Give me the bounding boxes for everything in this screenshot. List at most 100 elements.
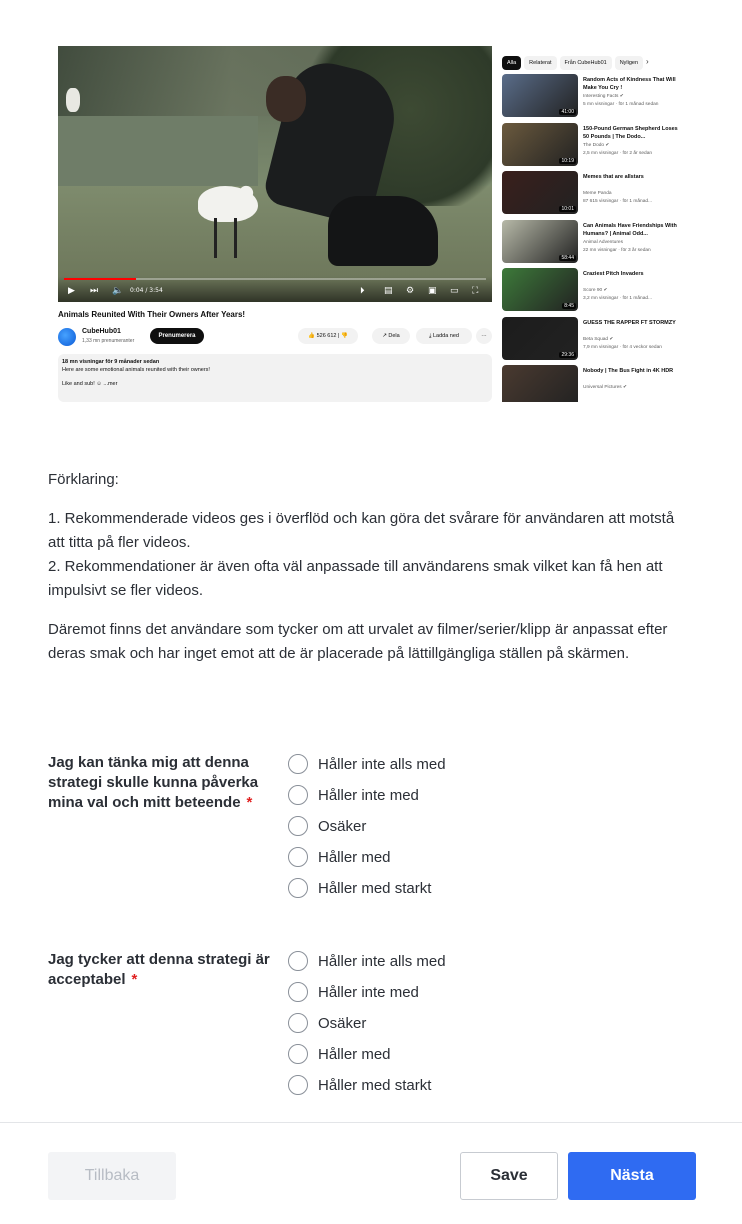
recommendation-meta: 2,5 mn visningar · för 2 år sedan xyxy=(583,150,653,156)
chevron-right-icon: › xyxy=(646,57,649,66)
recommendation-channel: Interesting Facts ✔ xyxy=(583,94,624,99)
radio-button[interactable] xyxy=(288,1044,308,1064)
recommendation-title: Can Animals Have Friendships With Humans… xyxy=(583,222,677,237)
radio-button[interactable] xyxy=(288,982,308,1002)
explanation-heading: Förklaring: xyxy=(48,471,119,488)
play-icon: ▶ xyxy=(68,286,75,296)
option-agree[interactable]: Håller med xyxy=(288,846,391,868)
recommendation-title: GUESS THE RAPPER FT STORMZY xyxy=(583,319,676,326)
description-line: Here are some emotional animals reunited… xyxy=(62,367,210,373)
recommendation-title: Memes that are allstars xyxy=(583,174,644,180)
recommendation-item: 8:45 Craziest Pitch Invaders Score 90 ✔ 3,2… xyxy=(502,268,680,314)
option-unsure[interactable]: Osäker xyxy=(288,815,366,837)
download-label: Ladda ned xyxy=(432,333,459,339)
option-strongly-agree[interactable]: Håller med starkt xyxy=(288,877,431,899)
chip: Nyligen xyxy=(614,56,644,70)
back-button[interactable]: Tillbaka xyxy=(48,1152,176,1200)
autoplay-icon: ⏵ xyxy=(360,286,365,296)
recommendation-meta: 87 615 visningar · för 1 månad... xyxy=(583,199,653,204)
video-screenshot: ▶ ⏭ 🔈 0:04 / 3:54 ⏵ ▤ ⚙ ▣ ▭ ⛶ Animals Re… xyxy=(58,46,680,402)
recommendation-item: 58:44 Can Animals Have Friendships With H… xyxy=(502,219,680,266)
recommendation-duration: 10:19 xyxy=(559,157,576,164)
option-label: Håller inte med xyxy=(318,786,419,804)
recommendation-duration: 8:45 xyxy=(562,303,576,309)
channel-name: CubeHub01 xyxy=(82,328,121,335)
radio-button[interactable] xyxy=(288,754,308,774)
like-pill: 👍 526 612 | 👎 xyxy=(298,328,358,344)
subscribe-button: Prenumerera xyxy=(150,328,204,344)
progress-fill xyxy=(64,278,136,280)
channel-row: CubeHub01 1,33 mn prenumeranter Prenumer… xyxy=(58,326,492,348)
option-label: Osäker xyxy=(318,817,367,835)
radio-button[interactable] xyxy=(288,1075,308,1095)
option-label: Håller med xyxy=(318,1045,391,1063)
radio-button[interactable] xyxy=(288,816,308,836)
recommendation-thumbnail xyxy=(502,365,578,402)
channel-subscribers: 1,33 mn prenumeranter xyxy=(82,338,135,344)
recommendation-thumbnail: 8:45 xyxy=(502,268,578,311)
question-text: Jag kan tänka mig att denna strategi sku… xyxy=(48,754,259,811)
share-pill: ↗ Dela xyxy=(372,328,410,344)
recommendation-channel: Universal Pictures ✔ xyxy=(583,385,628,390)
recommendation-duration: 41:00 xyxy=(559,109,576,115)
option-label: Håller inte med xyxy=(318,983,419,1001)
description-stats: 18 mn visningar för 9 månader sedan xyxy=(62,359,160,365)
option-unsure[interactable]: Osäker xyxy=(288,1012,366,1034)
recommendation-title: Nobody | The Bus Fight in 4K HDR xyxy=(583,368,674,374)
option-disagree[interactable]: Håller inte med xyxy=(288,981,419,1003)
explanation-point-1: 1. Rekommenderade videos ges i överflöd … xyxy=(48,510,675,551)
option-strongly-agree[interactable]: Håller med starkt xyxy=(288,1074,431,1096)
progress-bar xyxy=(64,278,486,280)
option-label: Håller med starkt xyxy=(318,1076,432,1094)
radio-button[interactable] xyxy=(288,878,308,898)
radio-button[interactable] xyxy=(288,1013,308,1033)
chip: Alla xyxy=(502,56,522,70)
more-pill: ··· xyxy=(476,328,492,344)
recommendation-thumbnail: 29:36 xyxy=(502,316,578,360)
recommendation-title: 150-Pound German Shepherd Loses 50 Pound… xyxy=(583,125,678,140)
next-icon: ⏭ xyxy=(90,286,99,296)
option-agree[interactable]: Håller med xyxy=(288,1043,391,1065)
recommendation-item: Nobody | The Bus Fight in 4K HDR Universa… xyxy=(502,365,680,402)
recommendation-thumbnail: 10:19 xyxy=(502,122,578,166)
option-strongly-disagree[interactable]: Håller inte alls med xyxy=(288,950,446,972)
thumbs-up-icon: 👍 xyxy=(308,333,317,339)
settings-icon: ⚙ xyxy=(406,286,415,296)
recommendation-title: Craziest Pitch Invaders xyxy=(583,271,644,277)
recommendation-duration: 29:36 xyxy=(559,351,576,358)
recommendation-channel: Meme Panda xyxy=(583,191,612,196)
recommendation-meta: 22 mn visningar · för 3 år sedan xyxy=(583,247,651,253)
recommendation-channel: Animal Adventures xyxy=(583,239,623,245)
radio-button[interactable] xyxy=(288,785,308,805)
chip: Från CubeHub01 xyxy=(559,56,612,70)
video-title: Animals Reunited With Their Owners After… xyxy=(58,310,246,319)
recommendations-sidebar: Alla Relaterat Från CubeHub01 Nyligen › 41:0… xyxy=(502,46,680,402)
required-asterisk: * xyxy=(131,971,138,988)
recommendation-item: 10:19 150-Pound German Shepherd Loses 50 … xyxy=(502,122,680,169)
explanation-counterpoint: Däremot finns det användare som tycker o… xyxy=(48,621,668,662)
save-button[interactable]: Save xyxy=(460,1152,558,1200)
option-label: Håller med xyxy=(318,848,391,866)
option-disagree[interactable]: Håller inte med xyxy=(288,784,419,806)
radio-button[interactable] xyxy=(288,847,308,867)
recommendation-thumbnail: 10:01 xyxy=(502,171,578,214)
recommendation-title: Random Acts of Kindness That Will Make Y… xyxy=(583,77,676,91)
recommendation-item: 41:00 Random Acts of Kindness That Will M… xyxy=(502,74,680,120)
thumbs-down-icon: | 👎 xyxy=(336,333,348,339)
required-asterisk: * xyxy=(246,794,253,811)
like-count: 526 612 xyxy=(316,333,337,339)
explanation-point-2: 2. Rekommendationer är även ofta väl anp… xyxy=(48,558,663,599)
option-label: Osäker xyxy=(318,1014,367,1032)
download-pill: ⤓ Ladda ned xyxy=(416,328,472,344)
recommendation-duration: 10:01 xyxy=(559,206,576,212)
recommendation-channel: Beta Squad ✔ xyxy=(583,336,614,342)
question-label: Jag kan tänka mig att denna strategi sku… xyxy=(48,753,276,813)
radio-button[interactable] xyxy=(288,951,308,971)
video-player: ▶ ⏭ 🔈 0:04 / 3:54 ⏵ ▤ ⚙ ▣ ▭ ⛶ xyxy=(58,46,492,302)
miniplayer-icon: ▣ xyxy=(428,286,437,296)
fullscreen-icon: ⛶ xyxy=(472,286,479,296)
next-button[interactable]: Nästa xyxy=(568,1152,696,1200)
option-strongly-disagree[interactable]: Håller inte alls med xyxy=(288,753,446,775)
option-label: Håller inte alls med xyxy=(318,755,446,773)
recommendation-thumbnail: 41:00 xyxy=(502,74,578,117)
